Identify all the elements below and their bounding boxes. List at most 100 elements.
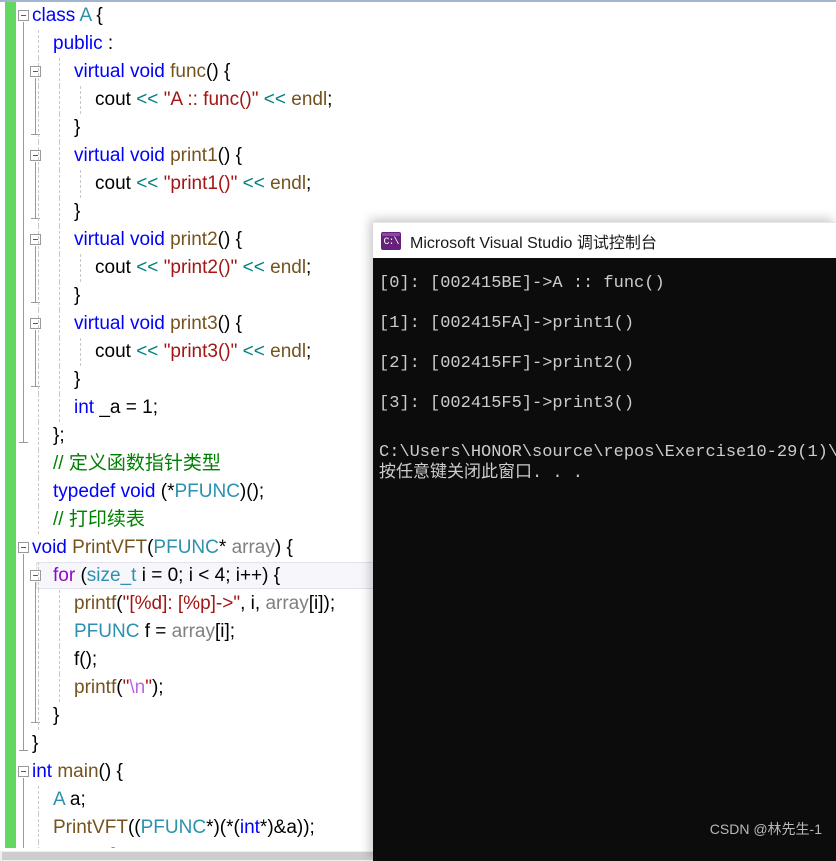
code-token: "A :: func()" (163, 89, 259, 110)
outlining-guide (35, 246, 36, 302)
code-line[interactable]: } (74, 366, 80, 394)
indent-guide (38, 226, 39, 254)
indent-guide (59, 282, 60, 310)
code-line[interactable]: PFUNC f = array[i]; (74, 618, 235, 646)
code-token: print3 (170, 313, 218, 334)
outlining-guide (35, 330, 36, 386)
code-line[interactable]: } (74, 198, 80, 226)
indent-guide (59, 198, 60, 226)
indent-guide (38, 562, 39, 590)
code-fold-toggle[interactable] (18, 766, 29, 777)
indent-guide (38, 30, 39, 58)
code-token: void (32, 537, 67, 558)
code-line[interactable]: virtual void print2() { (74, 226, 242, 254)
code-fold-toggle[interactable] (30, 570, 41, 581)
code-fold-toggle[interactable] (30, 318, 41, 329)
code-line[interactable]: int main() { (32, 758, 123, 786)
code-token: 4 (214, 565, 226, 586)
code-line[interactable]: A a; (53, 786, 86, 814)
indent-guide (38, 786, 39, 814)
code-token: () { (217, 313, 242, 334)
indent-guide (38, 450, 39, 478)
code-line[interactable]: virtual void print1() { (74, 142, 242, 170)
code-token: endl (270, 173, 307, 194)
code-line[interactable]: } (74, 282, 80, 310)
indent-guide (38, 282, 39, 310)
code-line[interactable]: int _a = 1; (74, 394, 158, 422)
indent-guide (59, 170, 60, 198)
code-token: cout (95, 341, 131, 362)
code-token: "print2()" (163, 257, 238, 278)
code-token: A (79, 5, 92, 26)
indent-guide (38, 394, 39, 422)
console-output-line: [1]: [002415FA]->print1() (379, 314, 635, 333)
code-token: } (32, 733, 39, 754)
code-token: ); (151, 677, 164, 698)
code-line[interactable]: // 打印续表 (53, 506, 145, 534)
code-fold-toggle[interactable] (30, 150, 41, 161)
code-token: << (136, 89, 159, 110)
code-token: PFUNC (140, 817, 207, 838)
code-line[interactable]: // 定义函数指针类型 (53, 450, 221, 478)
code-line[interactable]: for (size_t i = 0; i < 4; i++) { (53, 562, 280, 590)
indent-guide (59, 142, 60, 170)
indent-guide (38, 170, 39, 198)
code-line[interactable]: printf("\n"); (74, 674, 164, 702)
indent-guide (59, 674, 60, 702)
code-line[interactable]: class A { (32, 2, 103, 30)
code-token: ; i < (178, 565, 215, 586)
code-token: virtual (74, 313, 125, 334)
code-token: printf (74, 677, 117, 698)
indent-guide (38, 366, 39, 394)
code-fold-toggle[interactable] (30, 66, 41, 77)
code-token: PFUNC (174, 481, 240, 502)
indent-guide (38, 422, 39, 450)
outlining-guide (35, 582, 36, 722)
code-token: endl (270, 341, 307, 362)
code-token: = (120, 397, 143, 418)
code-token: class (32, 5, 76, 26)
code-fold-toggle[interactable] (30, 234, 41, 245)
code-line[interactable]: } (32, 730, 38, 758)
code-token: } (74, 201, 81, 222)
code-line[interactable]: } (53, 702, 59, 730)
code-token: size_t (86, 565, 137, 586)
code-token: "print1()" (163, 173, 238, 194)
outlining-guide (23, 22, 24, 442)
indent-guide (38, 198, 39, 226)
indent-guide (38, 646, 39, 674)
debug-console-window[interactable]: C:\ Microsoft Visual Studio 调试控制台 [0]: [… (373, 222, 836, 861)
code-line[interactable]: } (74, 114, 80, 142)
code-fold-toggle[interactable] (18, 542, 29, 553)
code-token: ; (306, 341, 312, 362)
code-token: _a (99, 397, 121, 418)
code-line[interactable]: cout << "print3()" << endl; (95, 338, 311, 366)
code-token: PFUNC (74, 621, 140, 642)
code-line[interactable]: virtual void print3() { (74, 310, 242, 338)
code-line[interactable]: PrintVFT((PFUNC*)(*(int*)&a)); (53, 814, 315, 842)
code-token: ; (327, 89, 333, 110)
code-line[interactable]: printf("[%d]: [%p]->", i, array[i]); (74, 590, 335, 618)
code-line[interactable]: cout << "A :: func()" << endl; (95, 86, 332, 114)
code-token: }; (53, 425, 65, 446)
code-line[interactable]: f(); (74, 646, 97, 674)
code-token: () { (217, 145, 242, 166)
code-token: << (242, 173, 265, 194)
code-line[interactable]: void PrintVFT(PFUNC* array) { (32, 534, 293, 562)
code-token: << (136, 341, 159, 362)
code-token: << (242, 257, 265, 278)
code-line[interactable]: cout << "print1()" << endl; (95, 170, 311, 198)
code-token: f(); (74, 649, 98, 670)
console-title-bar[interactable]: C:\ Microsoft Visual Studio 调试控制台 (373, 222, 836, 258)
code-token: } (53, 705, 60, 726)
code-line[interactable]: typedef void (*PFUNC)(); (53, 478, 264, 506)
code-line[interactable]: public : (53, 30, 113, 58)
indent-guide (59, 114, 60, 142)
code-line[interactable]: cout << "print2()" << endl; (95, 254, 311, 282)
code-fold-toggle[interactable] (18, 10, 29, 21)
code-line[interactable]: virtual void func() { (74, 58, 230, 86)
code-line[interactable]: }; (53, 422, 65, 450)
indent-guide (59, 310, 60, 338)
indent-guide (80, 86, 81, 114)
code-token: virtual (74, 229, 125, 250)
